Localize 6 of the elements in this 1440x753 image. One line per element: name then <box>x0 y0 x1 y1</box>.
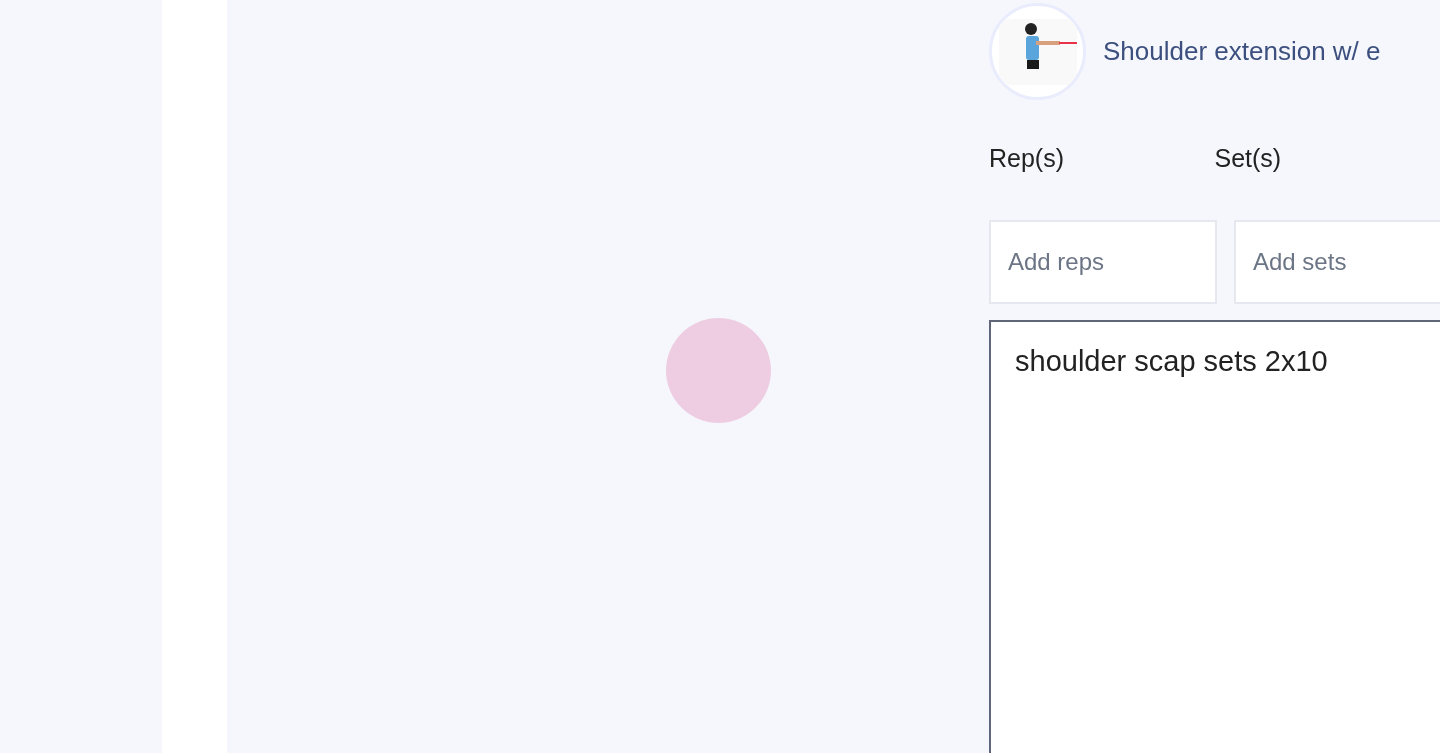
sets-field[interactable]: Add sets <box>1234 219 1440 304</box>
field-label: Set(s) <box>1214 143 1283 174</box>
notes-field[interactable]: shoulder scap sets 2x10 <box>989 319 1440 753</box>
field-label: Rep(s) <box>989 143 1065 174</box>
reps-field[interactable]: Add reps <box>989 219 1217 304</box>
exercise-title[interactable]: Shoulder extension w/ e <box>1103 32 1381 71</box>
